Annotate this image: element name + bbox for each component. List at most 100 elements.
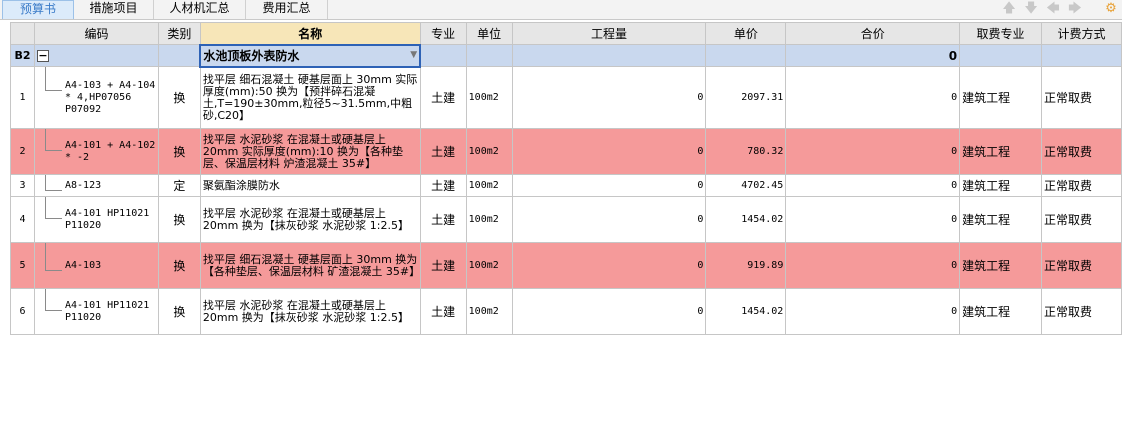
table-row[interactable]: 3 A8-123 定聚氨酯涂膜防水 土建 100m2 0 4702.45 0 建筑工程 正常取费	[10, 174, 1122, 197]
type-cell[interactable]: 换	[157, 196, 201, 243]
code-cell[interactable]: A4-101 HP11021 P11020	[33, 288, 159, 335]
name-cell[interactable]: 聚氨酯涂膜防水	[199, 174, 421, 197]
unit-price-cell[interactable]: 780.32	[705, 128, 787, 175]
total-cell[interactable]: 0	[785, 196, 961, 243]
name-cell[interactable]: 找平层 细石混凝土 硬基层面上 30mm 实际厚度(mm):50 换为【预拌碎石…	[199, 66, 421, 129]
total-cell[interactable]: 0	[785, 128, 961, 175]
group-qty-cell[interactable]	[511, 44, 707, 67]
col-header-name[interactable]: 名称	[199, 22, 421, 45]
row-number[interactable]: 2	[10, 128, 35, 175]
total-cell[interactable]: 0	[785, 174, 961, 197]
group-method-cell[interactable]	[1041, 44, 1122, 67]
group-spec-cell[interactable]	[419, 44, 467, 67]
unit-price-cell[interactable]: 2097.31	[705, 66, 787, 129]
row-number[interactable]: 4	[10, 196, 35, 243]
table-row[interactable]: 6 A4-101 HP11021 P11020 换找平层 水泥砂浆 在混凝土或硬基层…	[10, 288, 1122, 335]
col-header-billing-method[interactable]: 计费方式	[1041, 22, 1122, 45]
fee-spec-cell[interactable]: 建筑工程	[959, 66, 1043, 129]
tab-cost-summary[interactable]: 费用汇总	[246, 0, 328, 19]
quantity-cell[interactable]: 0	[511, 174, 707, 197]
tab-measures[interactable]: 措施项目	[74, 0, 154, 19]
billing-method-cell[interactable]: 正常取费	[1041, 128, 1122, 175]
table-row[interactable]: 2 A4-101 + A4-102 * -2 换找平层 水泥砂浆 在混凝土或硬基层上…	[10, 128, 1122, 175]
spec-cell[interactable]: 土建	[419, 288, 467, 335]
code-cell[interactable]: A4-103	[33, 242, 159, 289]
unit-cell[interactable]: 100m2	[465, 174, 513, 197]
total-cell[interactable]: 0	[785, 288, 961, 335]
group-code-cell[interactable]: −	[33, 44, 159, 67]
col-header-unit-price[interactable]: 单价	[705, 22, 787, 45]
code-cell[interactable]: A4-103 + A4-104 * 4,HP07056 P07092	[33, 66, 159, 129]
group-row[interactable]: B2 − 水池顶板外表防水 ▼ 0	[10, 43, 1122, 68]
total-cell[interactable]: 0	[785, 66, 961, 129]
billing-method-cell[interactable]: 正常取费	[1041, 66, 1122, 129]
col-header-quantity[interactable]: 工程量	[511, 22, 707, 45]
arrow-right-icon[interactable]: 🡆	[1068, 1, 1082, 17]
spec-cell[interactable]: 土建	[419, 128, 467, 175]
unit-cell[interactable]: 100m2	[465, 288, 513, 335]
row-number[interactable]: 6	[10, 288, 35, 335]
code-cell[interactable]: A4-101 HP11021 P11020	[33, 196, 159, 243]
code-cell[interactable]: A4-101 + A4-102 * -2	[33, 128, 159, 175]
unit-price-cell[interactable]: 1454.02	[705, 196, 787, 243]
billing-method-cell[interactable]: 正常取费	[1041, 196, 1122, 243]
type-cell[interactable]: 换	[157, 288, 201, 335]
name-cell[interactable]: 找平层 水泥砂浆 在混凝土或硬基层上 20mm 换为【抹灰砂浆 水泥砂浆 1:2…	[199, 288, 421, 335]
billing-method-cell[interactable]: 正常取费	[1041, 174, 1122, 197]
type-cell[interactable]: 定	[157, 174, 201, 197]
arrow-up-icon[interactable]: 🡅	[1002, 1, 1016, 17]
group-price-cell[interactable]	[705, 44, 787, 67]
quantity-cell[interactable]: 0	[511, 196, 707, 243]
fee-spec-cell[interactable]: 建筑工程	[959, 196, 1043, 243]
billing-method-cell[interactable]: 正常取费	[1041, 242, 1122, 289]
unit-price-cell[interactable]: 4702.45	[705, 174, 787, 197]
unit-cell[interactable]: 100m2	[465, 128, 513, 175]
billing-method-cell[interactable]: 正常取费	[1041, 288, 1122, 335]
quantity-cell[interactable]: 0	[511, 128, 707, 175]
type-cell[interactable]: 换	[157, 242, 201, 289]
group-unit-cell[interactable]	[465, 44, 513, 67]
collapse-icon[interactable]: −	[36, 50, 49, 62]
col-header-spec[interactable]: 专业	[419, 22, 467, 45]
settings-icon[interactable]: ⚙	[1104, 1, 1118, 17]
tab-labor-material-summary[interactable]: 人材机汇总	[154, 0, 246, 19]
quantity-cell[interactable]: 0	[511, 288, 707, 335]
col-header-total[interactable]: 合价	[785, 22, 961, 45]
spec-cell[interactable]: 土建	[419, 196, 467, 243]
unit-price-cell[interactable]: 1454.02	[705, 288, 787, 335]
fee-spec-cell[interactable]: 建筑工程	[959, 174, 1043, 197]
name-cell[interactable]: 找平层 细石混凝土 硬基层面上 30mm 换为【各种垫层、保温层材料 矿渣混凝土…	[199, 242, 421, 289]
total-cell[interactable]: 0	[785, 242, 961, 289]
type-cell[interactable]: 换	[157, 66, 201, 129]
spec-cell[interactable]: 土建	[419, 174, 467, 197]
name-cell[interactable]: 找平层 水泥砂浆 在混凝土或硬基层上 20mm 换为【抹灰砂浆 水泥砂浆 1:2…	[199, 196, 421, 243]
fee-spec-cell[interactable]: 建筑工程	[959, 242, 1043, 289]
unit-cell[interactable]: 100m2	[465, 196, 513, 243]
group-fee-cell[interactable]	[959, 44, 1043, 67]
unit-price-cell[interactable]: 919.89	[705, 242, 787, 289]
col-header-unit[interactable]: 单位	[465, 22, 513, 45]
fee-spec-cell[interactable]: 建筑工程	[959, 288, 1043, 335]
arrow-left-icon[interactable]: 🡄	[1046, 1, 1060, 17]
dropdown-arrow-icon[interactable]: ▼	[410, 50, 417, 60]
unit-cell[interactable]: 100m2	[465, 242, 513, 289]
row-number[interactable]: 5	[10, 242, 35, 289]
unit-cell[interactable]: 100m2	[465, 66, 513, 129]
quantity-cell[interactable]: 0	[511, 242, 707, 289]
code-cell[interactable]: A8-123	[33, 174, 159, 197]
row-number[interactable]: 1	[10, 66, 35, 129]
fee-spec-cell[interactable]: 建筑工程	[959, 128, 1043, 175]
row-number[interactable]: 3	[10, 174, 35, 197]
group-type-cell[interactable]	[157, 44, 201, 67]
tab-budget[interactable]: 预算书	[2, 0, 74, 19]
arrow-down-icon[interactable]: 🡇	[1024, 1, 1038, 17]
name-cell[interactable]: 找平层 水泥砂浆 在混凝土或硬基层上 20mm 实际厚度(mm):10 换为【各…	[199, 128, 421, 175]
col-header-code[interactable]: 编码	[33, 22, 159, 45]
table-row[interactable]: 4 A4-101 HP11021 P11020 换找平层 水泥砂浆 在混凝土或硬基层…	[10, 196, 1122, 243]
group-name-cell[interactable]: 水池顶板外表防水 ▼	[199, 43, 422, 68]
col-header-type[interactable]: 类别	[157, 22, 201, 45]
table-row[interactable]: 1 A4-103 + A4-104 * 4,HP07056 P07092 换找平层 …	[10, 66, 1122, 129]
type-cell[interactable]: 换	[157, 128, 201, 175]
table-row[interactable]: 5 A4-103 换找平层 细石混凝土 硬基层面上 30mm 换为【各种垫层、保温层…	[10, 242, 1122, 289]
quantity-cell[interactable]: 0	[511, 66, 707, 129]
